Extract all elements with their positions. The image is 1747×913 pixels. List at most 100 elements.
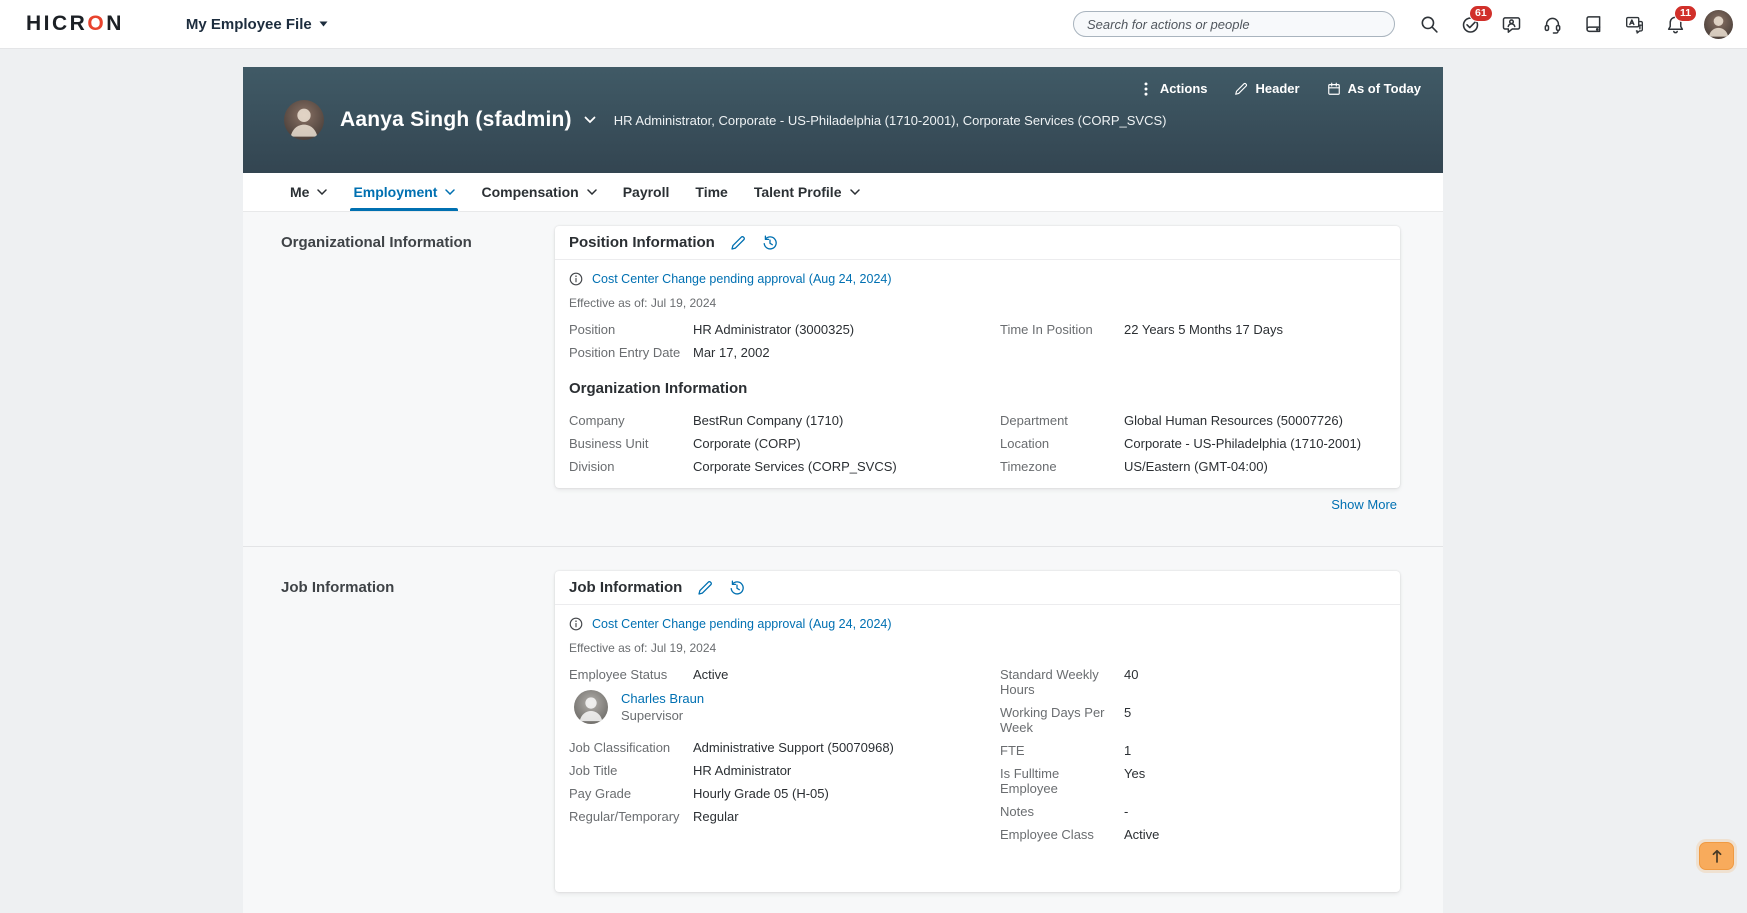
topbar-icon-group: 61 11 (1417, 5, 1733, 39)
tab[interactable]: Me (277, 173, 340, 211)
job-fields-right: Standard Weekly Hours 40 Working Days Pe… (1000, 667, 1386, 842)
field-row: Department Global Human Resources (50007… (1000, 413, 1343, 428)
field-label: Regular/Temporary (569, 809, 680, 824)
field-value: Regular (693, 809, 739, 824)
organization-information-subheader: Organization Information (569, 380, 748, 397)
tab[interactable]: Time (682, 173, 740, 211)
field-value: Active (1124, 827, 1160, 842)
tab[interactable]: Talent Profile (741, 173, 873, 211)
field-label: FTE (1000, 743, 1025, 758)
info-icon (569, 617, 583, 631)
employee-name-menu[interactable]: Aanya Singh (sfadmin) (340, 108, 596, 132)
job-fields-left: Job Classification Administrative Suppor… (569, 740, 1000, 824)
effective-date: Effective as of: Jul 19, 2024 (569, 296, 717, 310)
module-picker[interactable]: My Employee File (186, 16, 328, 33)
history-icon[interactable] (761, 234, 779, 252)
field-row: Position HR Administrator (3000325) (569, 322, 854, 337)
field-row: Position Entry Date Mar 17, 2002 (569, 345, 770, 360)
field-label: Working Days Per Week (1000, 705, 1105, 735)
field-value: Mar 17, 2002 (693, 345, 770, 360)
position-information-card: Position Information Cost Center Change … (555, 226, 1400, 488)
field-label: Position Entry Date (569, 345, 681, 360)
global-search (1073, 11, 1395, 37)
field-value: HR Administrator (693, 763, 792, 778)
field-label: Employee Class (1000, 827, 1094, 842)
job-information-section: Job Information Job Information Cost Cen… (243, 546, 1443, 907)
chat-icon[interactable] (1499, 12, 1523, 36)
supervisor-avatar[interactable] (574, 690, 608, 724)
field-label: Is Fulltime Employee (1000, 766, 1060, 796)
support-icon[interactable] (1540, 12, 1564, 36)
actions-button[interactable]: Actions (1139, 81, 1207, 96)
chevron-down-icon (849, 189, 860, 195)
directory-icon[interactable] (1581, 12, 1605, 36)
pencil-icon (1235, 82, 1248, 95)
search-input[interactable] (1087, 16, 1381, 32)
info-icon (569, 272, 583, 286)
field-row: Job Title HR Administrator (569, 763, 791, 778)
scroll-to-top-button[interactable] (1699, 842, 1734, 870)
field-label: Business Unit (569, 436, 649, 451)
field-row: Regular/Temporary Regular (569, 809, 739, 824)
profile-avatar[interactable] (1704, 9, 1733, 39)
employee-summary: HR Administrator, Corporate - US-Philade… (613, 112, 1167, 128)
field-row: Time In Position 22 Years 5 Months 17 Da… (1000, 322, 1283, 337)
field-value: HR Administrator (3000325) (693, 322, 855, 337)
field-value: Active (693, 667, 729, 682)
top-bar: HICRON My Employee File 61 11 (0, 0, 1747, 49)
supervisor-name-link[interactable]: Charles Braun (621, 691, 704, 706)
notifications-icon[interactable]: 11 (1663, 5, 1698, 36)
show-more-link[interactable]: Show More (1331, 497, 1397, 512)
profile-tabs: Me Employment Compensation Payroll Time (243, 173, 1443, 212)
notifications-badge: 11 (1674, 5, 1698, 22)
field-row: Location Corporate - US-Philadelphia (17… (1000, 436, 1361, 451)
todos-badge: 61 (1469, 5, 1493, 22)
field-row: Job Classification Administrative Suppor… (569, 740, 894, 755)
pending-approval-link[interactable]: Cost Center Change pending approval (Aug… (592, 617, 892, 631)
card-title: Position Information (569, 234, 715, 251)
job-information-card: Job Information Cost Center Change pendi… (555, 571, 1400, 892)
tab[interactable]: Employment (340, 173, 468, 211)
supervisor-role: Supervisor (621, 708, 684, 723)
field-label: Department (1000, 413, 1068, 428)
field-value: 1 (1124, 743, 1132, 758)
field-value: Hourly Grade 05 (H-05) (693, 786, 829, 801)
module-title: My Employee File (185, 15, 312, 33)
field-value: 22 Years 5 Months 17 Days (1124, 322, 1283, 337)
field-value: Global Human Resources (50007726) (1124, 413, 1343, 428)
field-label: Location (1000, 436, 1050, 451)
pending-approval-link[interactable]: Cost Center Change pending approval (Aug… (592, 272, 892, 286)
as-of-today-button[interactable]: As of Today (1327, 81, 1421, 96)
org-fields-right: Department Global Human Resources (50007… (1000, 413, 1386, 474)
chevron-down-icon (317, 189, 328, 195)
employee-name: Aanya Singh (sfadmin) (340, 108, 572, 131)
field-row: Timezone US/Eastern (GMT-04:00) (1000, 459, 1268, 474)
chevron-down-icon (584, 116, 596, 124)
tab[interactable]: Payroll (610, 173, 683, 211)
history-icon[interactable] (728, 579, 746, 597)
field-value: - (1124, 804, 1129, 819)
edit-header-button[interactable]: Header (1234, 81, 1300, 96)
field-row: Division Corporate Services (CORP_SVCS) (569, 459, 897, 474)
edit-pencil-icon[interactable] (729, 234, 747, 252)
field-row: Standard Weekly Hours 40 (1000, 667, 1138, 697)
field-value: 40 (1124, 667, 1139, 682)
employee-avatar[interactable] (284, 100, 324, 140)
translation-icon[interactable] (1622, 12, 1646, 36)
tab[interactable]: Compensation (468, 173, 609, 211)
field-row: Notes - (1000, 804, 1128, 819)
employee-header-band: Aanya Singh (sfadmin) HR Administrator, … (243, 67, 1443, 173)
organizational-information-section: Organizational Information Position Info… (243, 212, 1443, 546)
todos-icon[interactable]: 61 (1458, 5, 1493, 36)
field-label: Standard Weekly Hours (1000, 667, 1099, 697)
field-row: Employee Class Active (1000, 827, 1159, 842)
hicron-logo[interactable]: HICR O N (26, 12, 124, 36)
header-actions: Actions Header As of Today (1139, 81, 1421, 96)
edit-pencil-icon[interactable] (696, 579, 714, 597)
logo-text-end: N (106, 12, 124, 35)
field-row: Business Unit Corporate (CORP) (569, 436, 801, 451)
field-label: Notes (1000, 804, 1034, 819)
supervisor-block: Charles Braun Supervisor (574, 690, 1000, 724)
card-title: Job Information (569, 579, 683, 596)
search-icon[interactable] (1417, 12, 1441, 36)
